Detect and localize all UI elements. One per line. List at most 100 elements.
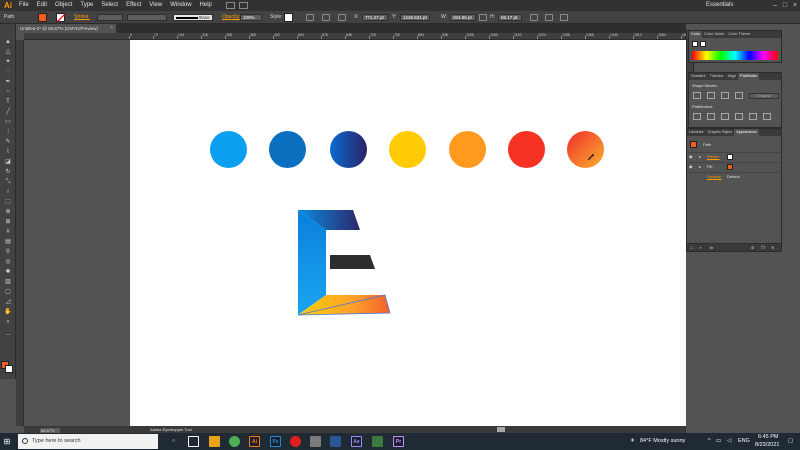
tab-graphic-styles[interactable]: Graphic Styles — [706, 129, 735, 136]
tab-align[interactable]: Align — [726, 73, 738, 80]
e-logo-artwork[interactable] — [290, 205, 400, 320]
recolor-artwork-icon[interactable] — [306, 14, 314, 21]
scale-tool-icon[interactable]: ⤡ — [3, 178, 13, 186]
appearance-stroke-row[interactable]: ◉ ▸ Stroke: — [687, 152, 781, 161]
circle-blue-gradient[interactable] — [330, 131, 367, 168]
color-spectrum[interactable] — [692, 51, 778, 60]
shaper-tool-icon[interactable]: ⌇ — [3, 148, 13, 156]
appearance-opacity-row[interactable]: Opacity: Default — [687, 172, 781, 181]
circle-yellow[interactable] — [389, 131, 426, 168]
tab-color-theme[interactable]: Color Theme — [726, 31, 752, 38]
circle-red-yellow-gradient[interactable] — [567, 131, 604, 168]
pencil-tool-icon[interactable]: ✎ — [3, 138, 13, 146]
mesh-tool-icon[interactable]: # — [3, 228, 13, 236]
taskbar-task-view-icon[interactable] — [188, 436, 199, 447]
artboard[interactable] — [130, 40, 686, 426]
unite-icon[interactable] — [693, 92, 701, 99]
color-stroke-icon[interactable] — [700, 41, 706, 47]
constrain-proportions-icon[interactable] — [479, 14, 487, 21]
tab-color[interactable]: Color — [689, 31, 703, 38]
tab-transform[interactable]: Transfor — [708, 73, 726, 80]
perspective-grid-tool-icon[interactable]: ⊞ — [3, 218, 13, 226]
more-tools-icon[interactable]: … — [3, 330, 13, 338]
workspace-switcher[interactable]: Essentials — [702, 1, 762, 10]
gradient-tool-icon[interactable]: ▤ — [3, 238, 13, 246]
menu-view[interactable]: View — [145, 0, 166, 11]
windows-start-icon[interactable]: ⊞ — [0, 433, 14, 450]
color-fill-icon[interactable] — [692, 41, 698, 47]
menu-window[interactable]: Window — [166, 0, 195, 11]
stroke-weight-field[interactable] — [97, 14, 123, 21]
eyedropper-tool-icon[interactable]: ⚲ — [3, 248, 13, 256]
close-document-icon[interactable]: × — [110, 24, 113, 33]
variable-width-field[interactable] — [127, 14, 167, 21]
opacity-label[interactable]: Opacity: — [222, 13, 240, 22]
direct-selection-tool-icon[interactable]: △ — [3, 48, 13, 56]
stroke-color-icon[interactable] — [5, 365, 13, 373]
magic-wand-tool-icon[interactable]: ✦ — [3, 58, 13, 66]
visibility-eye-icon[interactable]: ◉ — [689, 154, 693, 159]
duplicate-item-icon[interactable]: ❐ — [761, 245, 765, 250]
horizontal-scrollbar[interactable] — [24, 426, 686, 433]
clear-appearance-icon[interactable]: ⊘ — [751, 245, 754, 250]
y-field[interactable]: 1236.631 pt — [400, 14, 430, 21]
minimize-icon[interactable]: – — [770, 0, 780, 11]
clock-date[interactable]: 8/23/2021 — [755, 442, 779, 449]
taskbar-premiere[interactable]: Pr — [393, 436, 404, 447]
expand-button[interactable]: Expand — [749, 93, 779, 99]
circle-dark-blue[interactable] — [269, 131, 306, 168]
scrollbar-thumb[interactable] — [497, 427, 505, 432]
task-view-icon[interactable]: ○ — [168, 436, 179, 447]
bridge-icon[interactable] — [225, 2, 235, 9]
visibility-eye-icon[interactable]: ◉ — [689, 164, 693, 169]
exclude-icon[interactable] — [735, 92, 743, 99]
eraser-tool-icon[interactable]: ◪ — [3, 158, 13, 166]
tab-appearance[interactable]: Appearance — [734, 129, 759, 136]
horizontal-ruler[interactable]: 0 72 144 216 288 360 432 504 576 648 720 792 864 936 1… — [24, 33, 686, 40]
add-effect-icon[interactable]: fx — [710, 245, 713, 250]
file-explorer-icon[interactable] — [209, 436, 220, 447]
rectangle-tool-icon[interactable]: ▭ — [3, 118, 13, 126]
brush-definition-field[interactable]: Basic — [173, 14, 213, 21]
x-field[interactable]: 771.27 pt — [362, 14, 388, 21]
clock-time[interactable]: 6:45 PM — [758, 434, 778, 441]
stroke-swatch[interactable] — [56, 13, 66, 23]
symbol-sprayer-tool-icon[interactable]: ✺ — [3, 268, 13, 276]
menu-object[interactable]: Object — [51, 0, 76, 11]
curvature-tool-icon[interactable]: ~ — [3, 88, 13, 96]
divide-icon[interactable] — [693, 113, 701, 120]
vertical-ruler[interactable] — [16, 40, 24, 426]
opera-icon[interactable] — [290, 436, 301, 447]
circle-light-blue[interactable] — [210, 131, 247, 168]
taskbar-photoshop[interactable]: Ps — [270, 436, 281, 447]
expand-arrow-icon[interactable]: ▸ — [699, 154, 701, 159]
add-fill-icon[interactable]: ▪ — [700, 245, 701, 250]
taskbar-app-icon[interactable] — [330, 436, 341, 447]
slice-tool-icon[interactable]: ◿ — [3, 298, 13, 306]
calculator-icon[interactable] — [310, 436, 321, 447]
add-stroke-icon[interactable]: □ — [690, 245, 692, 250]
transform-icon[interactable] — [338, 14, 346, 21]
appearance-stroke-swatch[interactable] — [727, 154, 733, 160]
column-graph-tool-icon[interactable]: ▥ — [3, 278, 13, 286]
stroke-link[interactable]: Stroke: — [707, 154, 720, 159]
outline-icon[interactable] — [749, 113, 757, 120]
warp-tool-icon[interactable]: ≀ — [3, 188, 13, 196]
notifications-icon[interactable]: ▢ — [788, 438, 793, 445]
pen-tool-icon[interactable]: ✒ — [3, 78, 13, 86]
intersect-icon[interactable] — [721, 92, 729, 99]
arrange-documents-icon[interactable] — [238, 2, 248, 9]
document-tab[interactable]: Untitled-2* @ 66.67% (CMYK/Preview) × — [16, 24, 116, 33]
taskbar-illustrator[interactable]: Ai — [249, 436, 260, 447]
shape-options-icon[interactable] — [530, 14, 538, 21]
taskbar-aftereffects[interactable]: Ae — [351, 436, 362, 447]
expand-arrow-icon[interactable]: ▸ — [699, 164, 701, 169]
menu-help[interactable]: Help — [196, 0, 216, 11]
fill-swatch[interactable] — [38, 13, 47, 22]
h-field[interactable]: 65.17 pt — [498, 14, 522, 21]
zoom-tool-icon[interactable]: ⌕ — [3, 318, 13, 326]
circle-red[interactable] — [508, 131, 545, 168]
free-transform-tool-icon[interactable]: ⬚ — [3, 198, 13, 206]
network-icon[interactable]: ▭ — [716, 438, 721, 445]
isolate-icon[interactable] — [545, 14, 553, 21]
